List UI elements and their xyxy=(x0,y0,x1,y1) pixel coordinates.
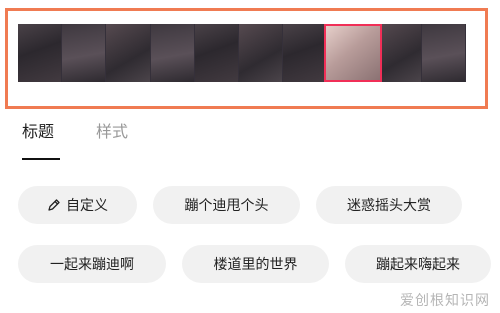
chip-label: 自定义 xyxy=(66,198,108,214)
chip-template[interactable]: 蹦个迪甩个头 xyxy=(153,186,300,224)
chip-template[interactable]: 楼道里的世界 xyxy=(182,245,329,283)
chip-template[interactable]: 蹦起来嗨起来 xyxy=(345,245,491,283)
chip-row: 一起来蹦迪啊 楼道里的世界 蹦起来嗨起来 xyxy=(18,245,491,283)
filmstrip-frame[interactable] xyxy=(377,24,422,82)
tab-bar: 标题 样式 xyxy=(22,118,128,160)
pencil-icon xyxy=(48,199,60,211)
chip-template[interactable]: 迷惑摇头大赏 xyxy=(316,186,462,224)
tab-title[interactable]: 标题 xyxy=(22,118,61,160)
video-filmstrip[interactable] xyxy=(18,24,466,82)
filmstrip-frame[interactable] xyxy=(150,24,195,82)
filmstrip-frame[interactable] xyxy=(62,24,107,82)
filmstrip-frame[interactable] xyxy=(239,24,284,82)
watermark-text: 爱创根知识网 xyxy=(400,293,490,309)
chip-template[interactable]: 一起来蹦迪啊 xyxy=(18,245,166,283)
chip-custom[interactable]: 自定义 xyxy=(18,186,137,224)
filmstrip-frame[interactable] xyxy=(18,24,63,82)
filmstrip-frame[interactable] xyxy=(194,24,240,82)
filmstrip-frame-selected[interactable] xyxy=(323,24,382,82)
filmstrip-frame[interactable] xyxy=(283,24,328,82)
filmstrip-frame[interactable] xyxy=(106,24,151,82)
tab-style[interactable]: 样式 xyxy=(96,118,128,160)
chip-row: 自定义 蹦个迪甩个头 迷惑摇头大赏 xyxy=(18,186,462,224)
filmstrip-frame[interactable] xyxy=(421,24,466,82)
